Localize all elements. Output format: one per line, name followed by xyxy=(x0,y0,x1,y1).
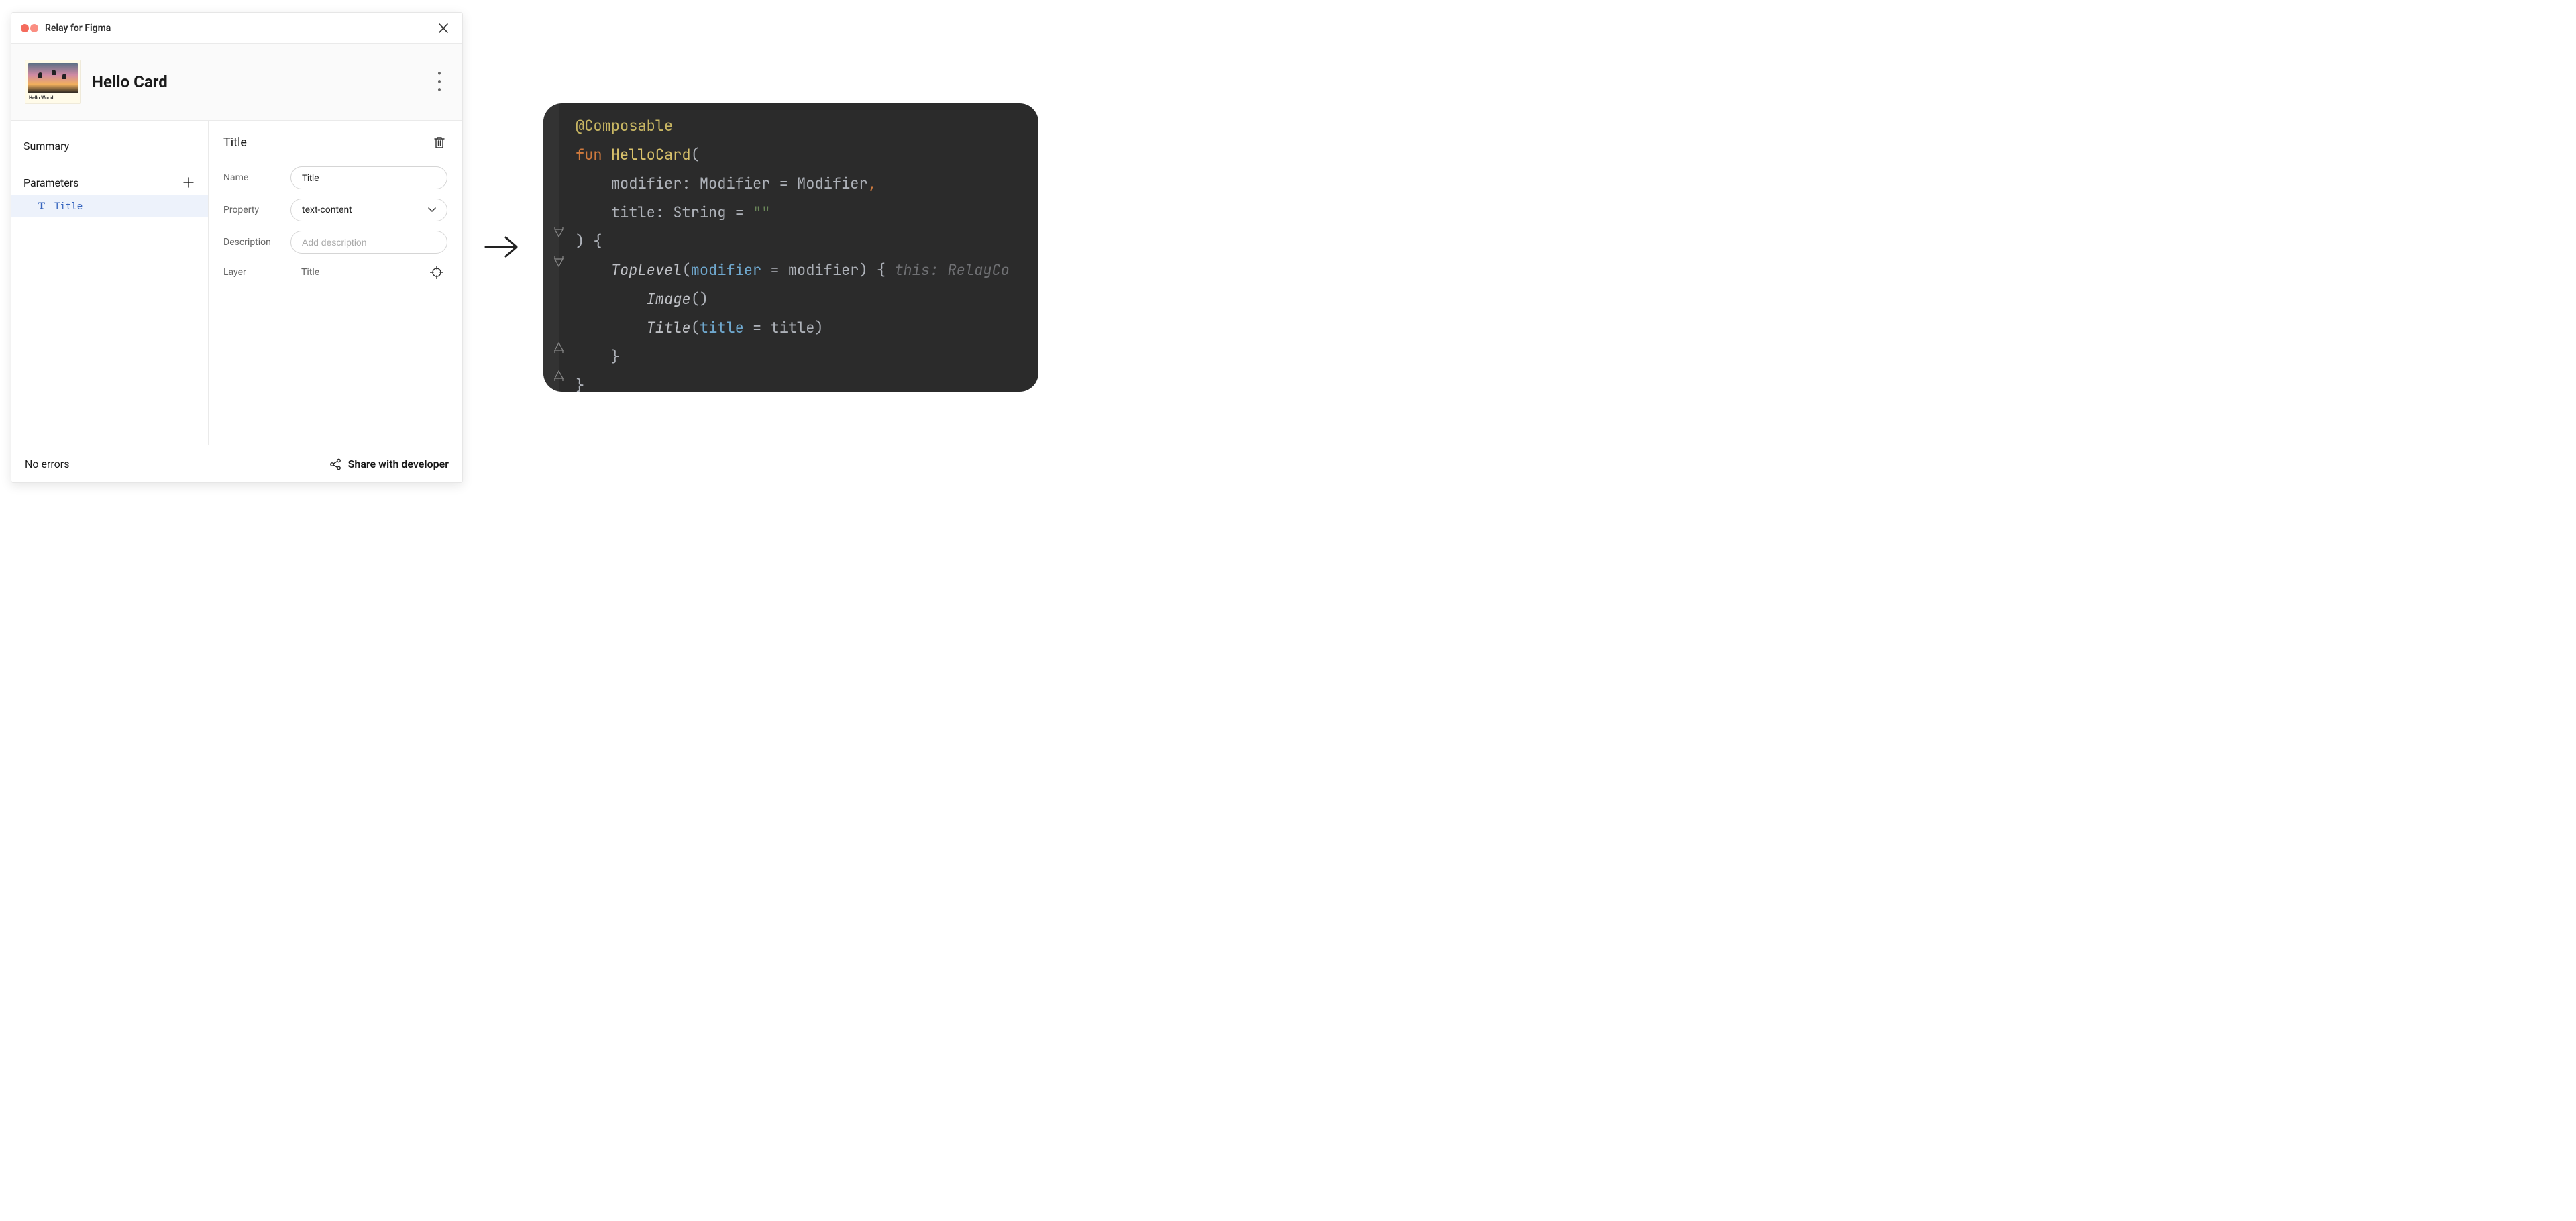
property-row: Property text-content xyxy=(223,199,447,221)
code-token: HelloCard xyxy=(611,145,691,164)
code-content: @Composable fun HelloCard( modifier: Mod… xyxy=(576,111,1038,392)
code-token: Modifier xyxy=(797,174,868,193)
code-preview-panel: @Composable fun HelloCard( modifier: Mod… xyxy=(543,103,1038,392)
code-token: ) xyxy=(814,318,823,337)
description-row: Description xyxy=(223,231,447,254)
panel-body: Summary Parameters T Title Title xyxy=(11,121,462,445)
thumbnail-caption: Hello World xyxy=(28,93,78,101)
panel-titlebar: Relay for Figma xyxy=(11,13,462,44)
detail-pane: Title Name Property text-content xyxy=(209,121,462,445)
code-token: : xyxy=(655,203,673,222)
code-token: title xyxy=(700,318,744,337)
code-token: modifier xyxy=(691,260,762,280)
close-icon[interactable] xyxy=(435,20,451,36)
layer-value-wrap: Title xyxy=(290,263,447,282)
share-with-developer-button[interactable]: Share with developer xyxy=(329,458,449,470)
arrow-right-icon xyxy=(483,233,521,260)
target-icon[interactable] xyxy=(429,264,445,280)
code-token: } xyxy=(576,376,584,392)
code-token: fun xyxy=(576,145,602,164)
fold-marker-icon[interactable] xyxy=(553,255,565,268)
plugin-title: Relay for Figma xyxy=(45,23,429,34)
code-token: "" xyxy=(753,203,770,222)
code-token: TopLevel xyxy=(611,260,682,280)
layer-value: Title xyxy=(301,267,319,278)
property-value: text-content xyxy=(302,205,352,215)
sidebar-parameters-header: Parameters xyxy=(11,170,208,195)
code-token: title xyxy=(770,318,814,337)
code-token: = xyxy=(726,203,753,222)
component-thumbnail: Hello World xyxy=(25,60,81,104)
fold-marker-icon[interactable] xyxy=(553,225,565,239)
share-icon xyxy=(329,458,341,470)
detail-header: Title xyxy=(223,134,447,150)
parameter-row-title[interactable]: T Title xyxy=(11,195,208,217)
chevron-down-icon xyxy=(428,207,436,213)
component-header: Hello World Hello Card ••• xyxy=(11,44,462,121)
code-token: Modifier xyxy=(700,174,771,193)
share-label: Share with developer xyxy=(348,458,449,470)
code-token: , xyxy=(868,174,877,193)
code-token: } xyxy=(611,347,620,366)
description-input[interactable] xyxy=(290,231,447,254)
sidebar: Summary Parameters T Title xyxy=(11,121,209,445)
thumbnail-image xyxy=(28,63,78,93)
code-token: = xyxy=(761,260,788,280)
code-token: String xyxy=(673,203,726,222)
code-token: title xyxy=(611,203,655,222)
fold-marker-icon[interactable] xyxy=(553,369,565,382)
delete-icon[interactable] xyxy=(431,134,447,150)
code-token: modifier xyxy=(788,260,859,280)
code-token: () xyxy=(691,289,708,309)
panel-footer: No errors Share with developer xyxy=(11,445,462,482)
code-hint: this: RelayCo xyxy=(894,260,1010,280)
name-input[interactable] xyxy=(290,166,447,189)
property-label: Property xyxy=(223,205,281,215)
code-token: : xyxy=(682,174,699,193)
code-token: modifier xyxy=(611,174,682,193)
code-token: ) { xyxy=(859,260,885,280)
code-token: Image xyxy=(647,289,691,309)
code-token: = xyxy=(770,174,797,193)
text-type-icon: T xyxy=(37,201,46,212)
layer-label: Layer xyxy=(223,267,281,278)
layer-row: Layer Title xyxy=(223,263,447,282)
code-token: ) { xyxy=(576,231,602,251)
code-token: Title xyxy=(647,318,691,337)
code-token: ( xyxy=(691,145,700,164)
property-select[interactable]: text-content xyxy=(290,199,447,221)
fold-marker-icon[interactable] xyxy=(553,341,565,354)
name-label: Name xyxy=(223,172,281,183)
code-token: @Composable xyxy=(576,116,673,136)
sidebar-summary[interactable]: Summary xyxy=(11,134,208,158)
parameters-label: Parameters xyxy=(23,176,78,189)
component-name: Hello Card xyxy=(92,72,419,91)
description-label: Description xyxy=(223,237,281,248)
more-menu-icon[interactable]: ••• xyxy=(430,69,449,95)
parameter-name: Title xyxy=(54,201,83,212)
add-parameter-icon[interactable] xyxy=(181,175,196,190)
name-row: Name xyxy=(223,166,447,189)
detail-title: Title xyxy=(223,136,247,150)
code-token: = xyxy=(744,318,771,337)
errors-status: No errors xyxy=(25,458,69,470)
relay-logo-icon xyxy=(21,24,38,32)
relay-plugin-panel: Relay for Figma Hello World Hello Card •… xyxy=(11,12,463,483)
